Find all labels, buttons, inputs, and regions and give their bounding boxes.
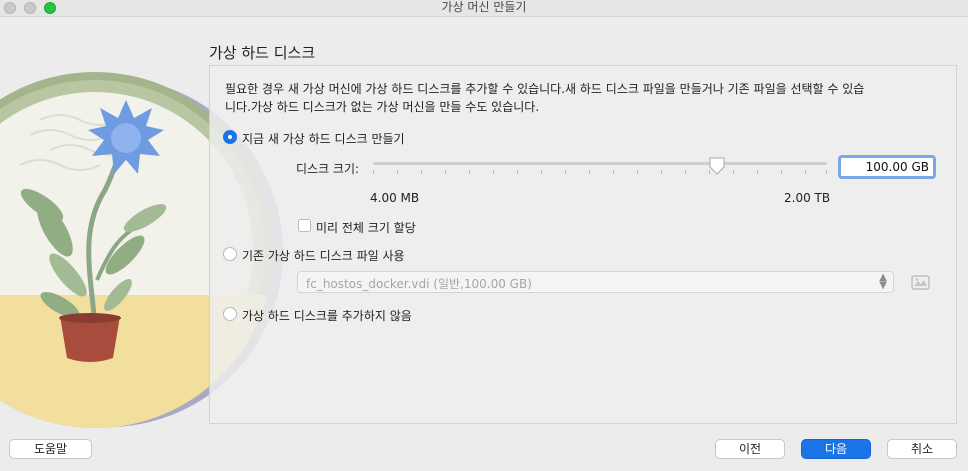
back-button[interactable]: 이전: [715, 439, 785, 459]
create-new-disk-radio[interactable]: [223, 130, 237, 144]
use-existing-disk-radio[interactable]: [223, 247, 237, 261]
preallocate-checkbox[interactable]: [298, 219, 311, 232]
options-panel: [209, 65, 957, 424]
use-existing-disk-label[interactable]: 기존 가상 하드 디스크 파일 사용: [242, 247, 405, 264]
existing-disk-select-value: fc_hostos_docker.vdi (일반,100.00 GB): [306, 277, 532, 291]
disk-size-input[interactable]: [838, 155, 936, 179]
title-bar: 가상 머신 만들기: [0, 0, 968, 17]
page-title: 가상 하드 디스크: [209, 44, 316, 62]
description-text: 필요한 경우 새 가상 머신에 가상 하드 디스크를 추가할 수 있습니다.새 …: [225, 82, 865, 114]
disk-size-slider-ticks: [373, 170, 827, 174]
create-new-disk-label[interactable]: 지금 새 가상 하드 디스크 만들기: [242, 130, 405, 147]
disk-size-max-label: 2.00 TB: [784, 191, 831, 205]
updown-chevron-icon: ▲ ▼: [879, 272, 887, 291]
choose-disk-file-button[interactable]: [910, 273, 932, 291]
disk-size-min-label: 4.00 MB: [370, 191, 420, 205]
help-button[interactable]: 도움말: [9, 439, 92, 459]
existing-disk-select[interactable]: fc_hostos_docker.vdi (일반,100.00 GB) ▲ ▼: [297, 271, 894, 293]
no-disk-radio[interactable]: [223, 307, 237, 321]
no-disk-label[interactable]: 가상 하드 디스크를 추가하지 않음: [242, 307, 412, 324]
window-title: 가상 머신 만들기: [441, 0, 527, 14]
cancel-button[interactable]: 취소: [887, 439, 957, 459]
disk-size-slider-thumb[interactable]: [709, 157, 725, 175]
preallocate-label[interactable]: 미리 전체 크기 할당: [316, 219, 416, 236]
disk-size-slider-track[interactable]: [373, 162, 827, 165]
disk-size-label: 디스크 크기:: [296, 162, 360, 176]
next-button[interactable]: 다음: [801, 439, 871, 459]
